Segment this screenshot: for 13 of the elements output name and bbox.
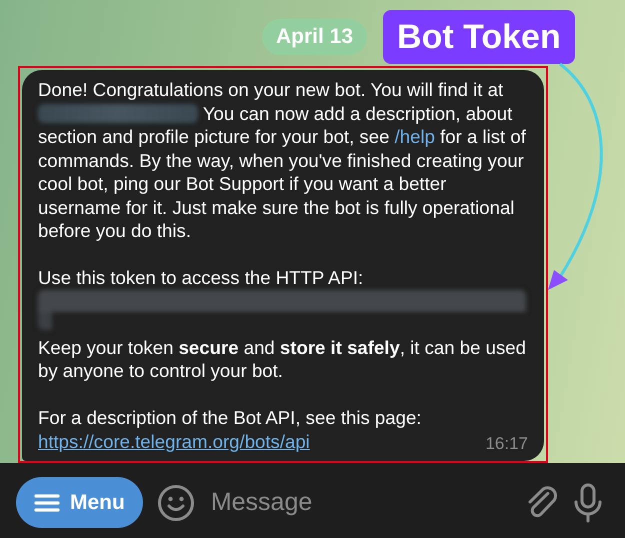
microphone-icon[interactable] — [573, 482, 603, 522]
message-time: 16:17 — [485, 432, 528, 454]
menu-icon — [34, 492, 60, 512]
link[interactable]: https://core.telegram.org/bots/api — [38, 430, 310, 452]
annotation-label: Bot Token — [383, 10, 575, 64]
link[interactable]: /help — [394, 126, 435, 147]
message-text: For a description of the Bot API, see this page: https://core.telegram.org/bots/api — [38, 406, 422, 453]
emoji-icon[interactable] — [156, 484, 195, 522]
message-field[interactable]: Message — [208, 487, 511, 518]
message-text: Use this token to access the HTTP API: — [38, 266, 526, 330]
date-pill: April 13 — [262, 19, 368, 55]
message-text: Keep your token secure and store it safely, it can be used by anyone to control your bot. — [38, 336, 526, 382]
message-text: Done! Congratulations on your new bot. You will find it at You can now add a description, about section and profile picture for your bot, see /help for a list of commands. By the way, when you've finished creating your cool bot, ping our Bot Support if you want a better username for it. Just make sure the bot is fully operational before you do this. — [38, 78, 526, 242]
